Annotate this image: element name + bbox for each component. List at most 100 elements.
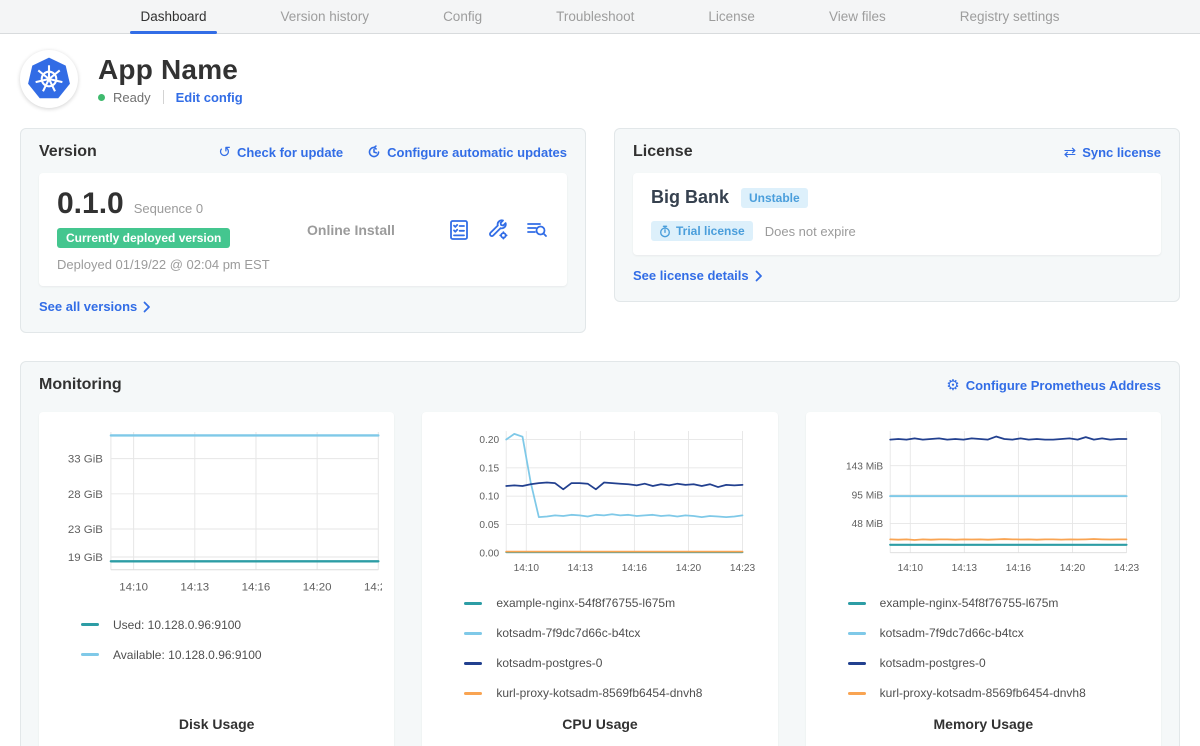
kubernetes-logo-icon [25, 55, 73, 103]
deploy-logs-button[interactable] [525, 218, 549, 242]
see-license-details-link[interactable]: See license details [633, 268, 763, 283]
svg-text:14:20: 14:20 [303, 582, 332, 594]
legend-label: kurl-proxy-kotsadm-8569fb6454-dnvh8 [496, 686, 702, 700]
monitoring-section-title: Monitoring [39, 376, 122, 394]
chart-legend: Used: 10.128.0.96:9100 Available: 10.128.… [51, 618, 382, 678]
legend-item: kotsadm-postgres-0 [464, 656, 765, 670]
chart-plot: 14:1014:1314:1614:2014:2319 GiB23 GiB28 … [51, 424, 382, 610]
legend-dash-icon [848, 602, 866, 605]
page-title: App Name [98, 54, 243, 86]
chart-title: Memory Usage [818, 716, 1149, 738]
legend-label: Used: 10.128.0.96:9100 [113, 618, 241, 632]
legend-label: kotsadm-postgres-0 [880, 656, 986, 670]
tab-dashboard[interactable]: Dashboard [130, 0, 216, 33]
svg-text:14:10: 14:10 [897, 563, 923, 574]
logs-search-icon [525, 218, 549, 242]
legend-label: example-nginx-54f8f76755-l675m [496, 596, 675, 610]
svg-text:0.05: 0.05 [480, 520, 500, 531]
channel-badge: Unstable [741, 188, 808, 208]
legend-item: kotsadm-7f9dc7d66c-b4tcx [848, 626, 1149, 640]
memory-usage-card: 14:1014:1314:1614:2014:2348 MiB95 MiB143… [806, 412, 1161, 746]
svg-text:0.15: 0.15 [480, 463, 500, 474]
refresh-icon: ↺ [218, 145, 231, 160]
svg-text:0.10: 0.10 [480, 492, 500, 503]
configure-prometheus-label: Configure Prometheus Address [966, 378, 1161, 393]
gear-icon: ⚙ [946, 378, 959, 393]
tab-label: Config [443, 9, 482, 24]
checklist-icon [447, 218, 471, 242]
tab-license[interactable]: License [698, 0, 765, 33]
legend-dash-icon [464, 632, 482, 635]
legend-dash-icon [81, 653, 99, 656]
tab-version-history[interactable]: Version history [271, 0, 380, 33]
check-for-update-label: Check for update [237, 145, 343, 160]
install-type-label: Online Install [307, 222, 447, 238]
svg-text:23 GiB: 23 GiB [68, 524, 103, 536]
configure-automatic-updates-link[interactable]: Configure automatic updates [367, 145, 567, 160]
legend-dash-icon [464, 692, 482, 695]
svg-text:14:23: 14:23 [730, 563, 756, 574]
chevron-right-icon [755, 270, 763, 282]
svg-text:14:13: 14:13 [568, 563, 594, 574]
edit-config-link[interactable]: Edit config [176, 90, 243, 105]
license-detail-card: Big Bank Unstable Trial license Does not… [633, 173, 1161, 255]
tab-config[interactable]: Config [433, 0, 492, 33]
svg-text:95 MiB: 95 MiB [851, 490, 883, 501]
legend-item: kotsadm-7f9dc7d66c-b4tcx [464, 626, 765, 640]
svg-text:14:10: 14:10 [119, 582, 148, 594]
deployed-badge: Currently deployed version [57, 228, 230, 248]
chart-legend: example-nginx-54f8f76755-l675m kotsadm-7f… [434, 596, 765, 716]
license-type-badge: Trial license [651, 221, 753, 241]
legend-item: kurl-proxy-kotsadm-8569fb6454-dnvh8 [464, 686, 765, 700]
status-dot [98, 94, 105, 101]
chart-plot: 14:1014:1314:1614:2014:2348 MiB95 MiB143… [818, 424, 1149, 588]
legend-label: kotsadm-7f9dc7d66c-b4tcx [880, 626, 1024, 640]
version-card: Version ↺ Check for update Configure aut… [20, 128, 586, 333]
svg-text:0.00: 0.00 [480, 548, 500, 559]
svg-text:19 GiB: 19 GiB [68, 552, 103, 564]
chart-title: Disk Usage [51, 716, 382, 738]
sync-license-label: Sync license [1082, 145, 1161, 160]
check-for-update-link[interactable]: ↺ Check for update [218, 145, 343, 160]
svg-text:0.20: 0.20 [480, 435, 500, 446]
edit-config-version-button[interactable] [486, 218, 510, 242]
legend-label: kotsadm-postgres-0 [496, 656, 602, 670]
legend-item: kurl-proxy-kotsadm-8569fb6454-dnvh8 [848, 686, 1149, 700]
sync-icon: ⇄ [1064, 145, 1077, 160]
sequence-label: Sequence 0 [134, 201, 203, 216]
app-status: Ready [113, 90, 151, 105]
chart-plot: 14:10 14:13 14:16 14:20 14:23 0.00 0.05 0.10 0.1… [434, 424, 765, 588]
tab-view-files[interactable]: View files [819, 0, 896, 33]
tab-label: Version history [281, 9, 370, 24]
svg-text:14:20: 14:20 [1059, 563, 1085, 574]
tab-label: Troubleshoot [556, 9, 634, 24]
divider [163, 90, 164, 104]
chart-title: CPU Usage [434, 716, 765, 738]
svg-text:143 MiB: 143 MiB [846, 461, 883, 472]
svg-text:48 MiB: 48 MiB [851, 519, 883, 530]
tab-label: License [708, 9, 755, 24]
cpu-usage-card: 14:10 14:13 14:16 14:20 14:23 0.00 0.05 0.10 0.1… [422, 412, 777, 746]
license-type-label: Trial license [676, 224, 745, 238]
license-card: License ⇄ Sync license Big Bank Unstable [614, 128, 1180, 302]
tab-label: Dashboard [140, 9, 206, 24]
svg-text:14:16: 14:16 [622, 563, 648, 574]
see-all-versions-link[interactable]: See all versions [39, 299, 151, 314]
legend-label: example-nginx-54f8f76755-l675m [880, 596, 1059, 610]
chevron-right-icon [143, 301, 151, 313]
legend-item: Available: 10.128.0.96:9100 [81, 648, 382, 662]
sync-license-link[interactable]: ⇄ Sync license [1064, 145, 1161, 160]
svg-text:14:23: 14:23 [364, 582, 382, 594]
svg-text:14:23: 14:23 [1113, 563, 1139, 574]
configure-prometheus-link[interactable]: ⚙ Configure Prometheus Address [946, 378, 1161, 393]
tab-registry-settings[interactable]: Registry settings [950, 0, 1070, 33]
legend-dash-icon [464, 662, 482, 665]
legend-dash-icon [848, 632, 866, 635]
legend-dash-icon [464, 602, 482, 605]
svg-text:14:20: 14:20 [676, 563, 702, 574]
svg-text:28 GiB: 28 GiB [68, 489, 103, 501]
see-license-details-label: See license details [633, 268, 749, 283]
tab-troubleshoot[interactable]: Troubleshoot [546, 0, 644, 33]
preflight-checks-button[interactable] [447, 218, 471, 242]
svg-text:14:10: 14:10 [514, 563, 540, 574]
